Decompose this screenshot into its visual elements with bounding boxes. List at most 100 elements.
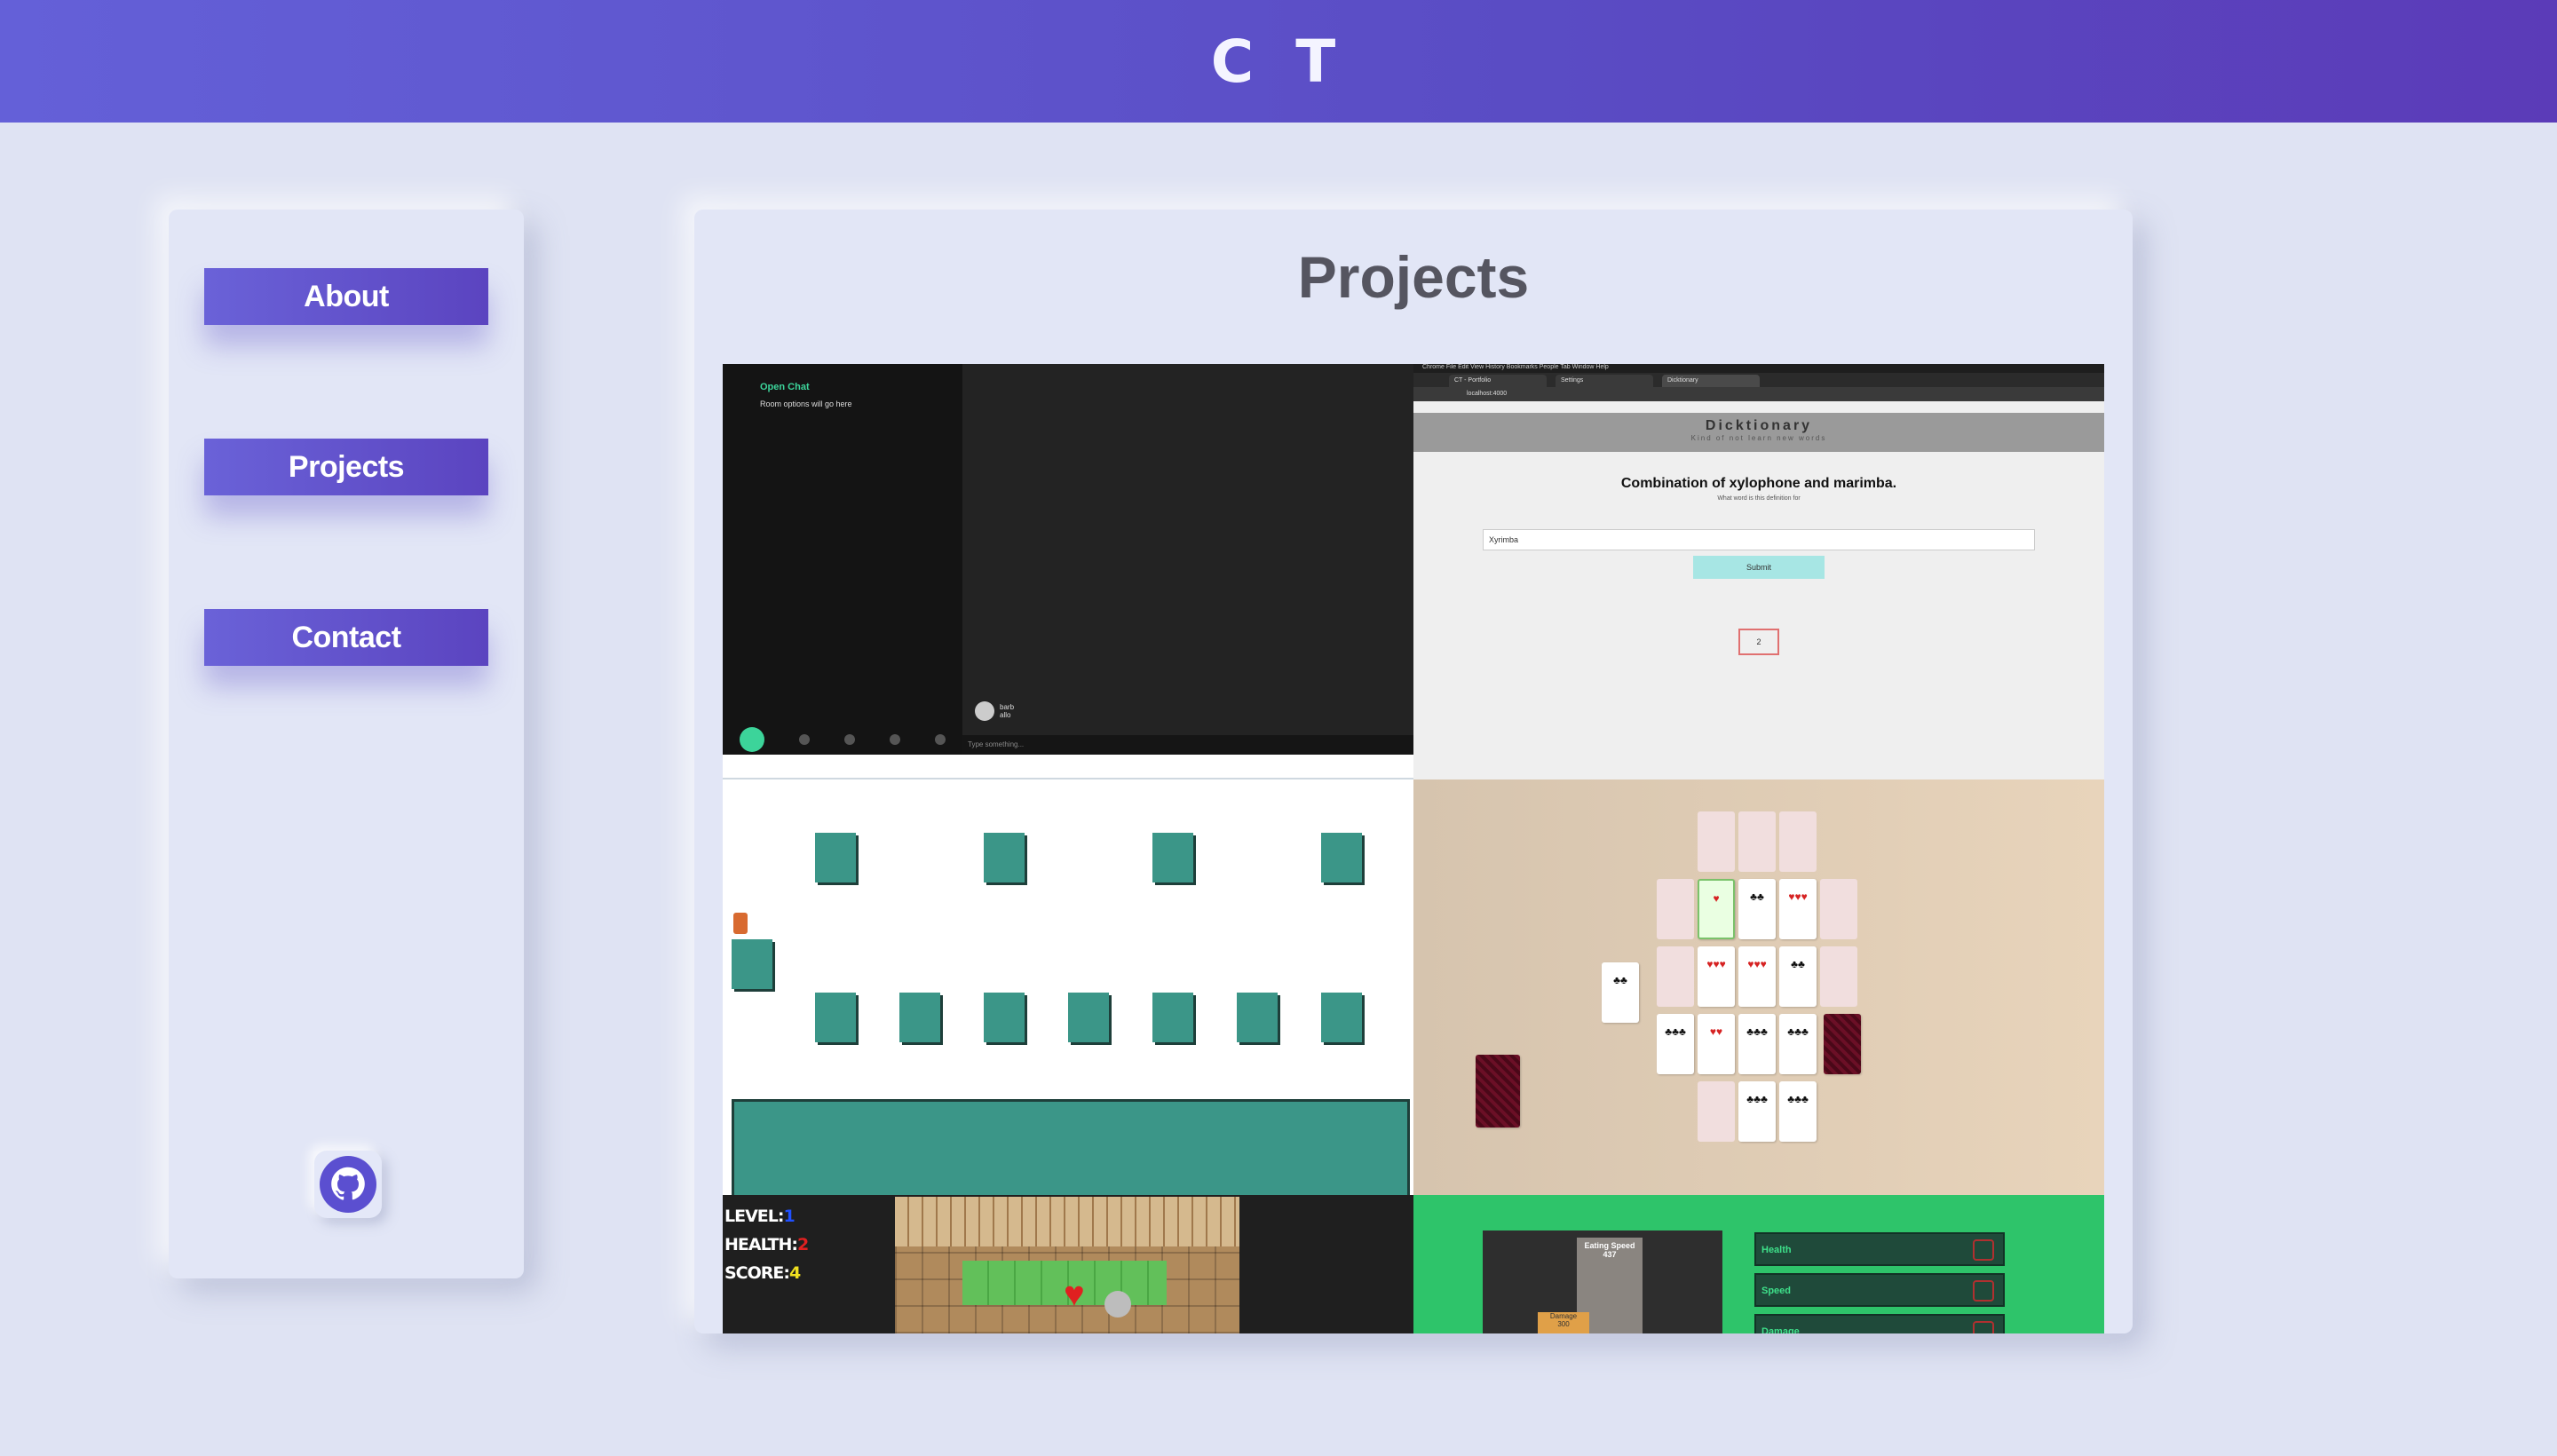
gear-icon [889, 734, 900, 745]
dicktionary-tagline: Kind of not learn new words [1690, 434, 1827, 442]
damage-box-label: Damage [1549, 1312, 1578, 1320]
github-icon [320, 1156, 376, 1213]
stat-label: Speed [1761, 1286, 1792, 1296]
projects-grid: Open Chat Room options will go here barb… [723, 364, 2104, 1333]
playing-card: ♣♣♣ [1738, 1081, 1776, 1142]
platform-block [1321, 833, 1362, 882]
platform-block [1152, 993, 1193, 1042]
platform-block [815, 833, 856, 882]
settings-icon [799, 734, 811, 745]
open-chat-link: Open Chat [760, 382, 810, 392]
home-icon [843, 734, 855, 745]
platform-block [1152, 833, 1193, 882]
eating-speed-value: 437 [1603, 1250, 1617, 1259]
browser-url-bar: localhost:4000 [1413, 387, 2104, 401]
chat-message: barb allo [975, 701, 1014, 721]
card-slot [1698, 1081, 1735, 1142]
dungeon-wall [895, 1197, 1239, 1246]
score-label: SCORE: [724, 1263, 790, 1283]
avatar [975, 701, 994, 721]
platform-block [899, 993, 940, 1042]
playing-card: ♥♥ [1698, 1014, 1735, 1074]
nav-about-button[interactable]: About [204, 268, 488, 325]
github-link[interactable] [314, 1151, 382, 1218]
definition-text: Combination of xylophone and marimba. [1620, 476, 1897, 491]
projects-panel: Projects Open Chat Room options will go … [694, 210, 2133, 1333]
platform-block [815, 993, 856, 1042]
browser-tab-bar: CT - Portfolio Settings Dicktionary [1413, 373, 2104, 387]
card-slot [1779, 811, 1817, 872]
platform-block [1321, 993, 1362, 1042]
card-slot [1820, 946, 1857, 1007]
chat-username: barb [1000, 703, 1015, 711]
ground-platform [732, 1099, 1410, 1195]
playing-card: ♥♥♥ [1779, 879, 1817, 939]
level-label: LEVEL: [724, 1207, 784, 1226]
minus-icon [1973, 1280, 1994, 1302]
definition-subtitle: What word is this definition for [1717, 495, 1801, 502]
score-value: 4 [789, 1263, 801, 1283]
boulder [1104, 1291, 1131, 1318]
platform-block [984, 833, 1025, 882]
damage-box-value: 300 [1557, 1320, 1570, 1328]
platform-block [732, 939, 772, 989]
browser-tab: CT - Portfolio [1449, 375, 1547, 387]
submit-button: Submit [1693, 556, 1825, 579]
project-dungeon-game[interactable]: LEVEL:1 HEALTH:2 SCORE:4 ♥ [723, 1195, 1413, 1333]
project-dicktionary[interactable]: Chrome File Edit View History Bookmarks … [1413, 364, 2104, 779]
draw-pile [1476, 1055, 1520, 1128]
stat-label: Damage [1761, 1326, 1800, 1333]
damage-box: Damage 300 [1538, 1312, 1589, 1333]
card-slot [1738, 811, 1776, 872]
stat-label: Health [1761, 1245, 1792, 1255]
playing-card: ♣♣ [1738, 879, 1776, 939]
nav-contact-button[interactable]: Contact [204, 609, 488, 666]
user-icon [934, 734, 946, 745]
card-slot [1657, 946, 1694, 1007]
project-card-game[interactable]: ♥ ♣♣ ♥♥♥ ♥♥♥ ♥♥♥ ♣♣ ♣♣ ♣♣♣ ♥♥ ♣♣♣ ♣♣♣ ♣♣… [1413, 779, 2104, 1195]
player-sprite [733, 913, 748, 934]
level-value: 1 [783, 1207, 795, 1226]
answer-input: Xyrimba [1483, 529, 2035, 550]
card-slot [1657, 879, 1694, 939]
chat-message-text: allo [1000, 711, 1011, 719]
stat-health: Health [1754, 1232, 2005, 1266]
chat-bottom-bar [723, 724, 962, 755]
dicktionary-header: Dicktionary Kind of not learn new words [1413, 413, 2104, 452]
playing-card: ♣♣ [1602, 962, 1639, 1023]
playing-card: ♣♣♣ [1779, 1014, 1817, 1074]
chat-footer [723, 755, 1413, 779]
eating-speed-label: Eating Speed [1584, 1241, 1635, 1250]
playing-card: ♥♥♥ [1698, 946, 1735, 1007]
playing-card: ♥ [1698, 879, 1735, 939]
project-stats-game[interactable]: Eating Speed 437 Damage 300 Health Speed… [1413, 1195, 2104, 1333]
site-logo[interactable]: C T [1211, 28, 1346, 96]
card-slot [1698, 811, 1735, 872]
nav-projects-button[interactable]: Projects [204, 439, 488, 495]
project-platformer[interactable] [723, 779, 1413, 1195]
chat-input: Type something... [962, 735, 1413, 755]
browser-tab: Dicktionary [1662, 375, 1760, 387]
sidebar-nav: About Projects Contact [169, 210, 524, 1278]
dungeon-map: ♥ [895, 1197, 1239, 1333]
health-value: 2 [797, 1235, 809, 1254]
search-icon [740, 727, 765, 752]
platform-block [1237, 993, 1278, 1042]
room-options-text: Room options will go here [760, 400, 852, 408]
score-counter: 2 [1738, 629, 1779, 655]
playing-card: ♣♣ [1779, 946, 1817, 1007]
playing-card: ♣♣♣ [1738, 1014, 1776, 1074]
mac-menu-bar: Chrome File Edit View History Bookmarks … [1413, 364, 2104, 373]
playing-card: ♥♥♥ [1738, 946, 1776, 1007]
platform-block [984, 993, 1025, 1042]
playing-card: ♣♣♣ [1779, 1081, 1817, 1142]
minus-icon [1973, 1321, 1994, 1333]
card-slot [1820, 879, 1857, 939]
project-chat-app[interactable]: Open Chat Room options will go here barb… [723, 364, 1413, 779]
stat-speed: Speed [1754, 1273, 2005, 1307]
playing-card: ♣♣♣ [1657, 1014, 1694, 1074]
dicktionary-title: Dicktionary [1705, 418, 1813, 433]
chat-sidebar: Open Chat Room options will go here [723, 364, 962, 755]
page-title: Projects [1297, 244, 1530, 310]
stat-damage: Damage [1754, 1314, 2005, 1333]
